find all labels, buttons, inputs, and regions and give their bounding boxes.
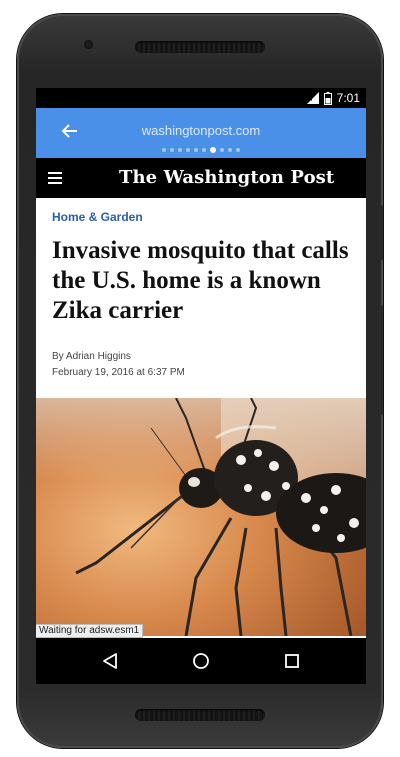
page-dot [194,148,198,152]
site-logo[interactable]: The Washington Post [91,167,366,188]
android-nav-bar [36,638,366,684]
page-dot [186,148,190,152]
home-circle-icon[interactable] [191,651,211,671]
back-triangle-icon[interactable] [100,651,120,671]
signal-icon: H [306,92,319,104]
volume-rocker [379,305,383,415]
article-headline: Invasive mosquito that calls the U.S. ho… [52,237,349,324]
page-dot [220,148,224,152]
power-button [379,205,383,260]
article-date: February 19, 2016 at 6:37 PM [52,367,185,378]
page-dot [178,148,182,152]
hamburger-menu-icon[interactable] [48,172,62,184]
mosquito-photo [36,398,366,636]
article-byline: By Adrian Higgins [52,351,131,362]
browser-url-bar[interactable]: washingtonpost.com [36,108,366,158]
page-dot [228,148,232,152]
bottom-speaker-grille [135,709,265,721]
battery-icon [323,91,332,105]
page-dot [236,148,240,152]
url-text[interactable]: washingtonpost.com [36,123,366,138]
recents-square-icon[interactable] [282,651,302,671]
phone-screen: H 7:01 washingtonpost.com The Washington… [36,88,366,684]
status-time: 7:01 [336,91,360,105]
status-bar: H 7:01 [36,88,366,108]
page-dot [202,148,206,152]
section-link[interactable]: Home & Garden [52,210,143,224]
page-dot [162,148,166,152]
masthead: The Washington Post [36,158,366,198]
page-dot [170,148,174,152]
front-camera [84,40,93,49]
svg-text:H: H [308,96,313,103]
top-speaker-grille [135,41,265,53]
loading-status-bar: Waiting for adsw.esm1 [36,624,144,638]
page-indicator-dots [36,147,366,153]
page-dot-active [210,147,216,153]
